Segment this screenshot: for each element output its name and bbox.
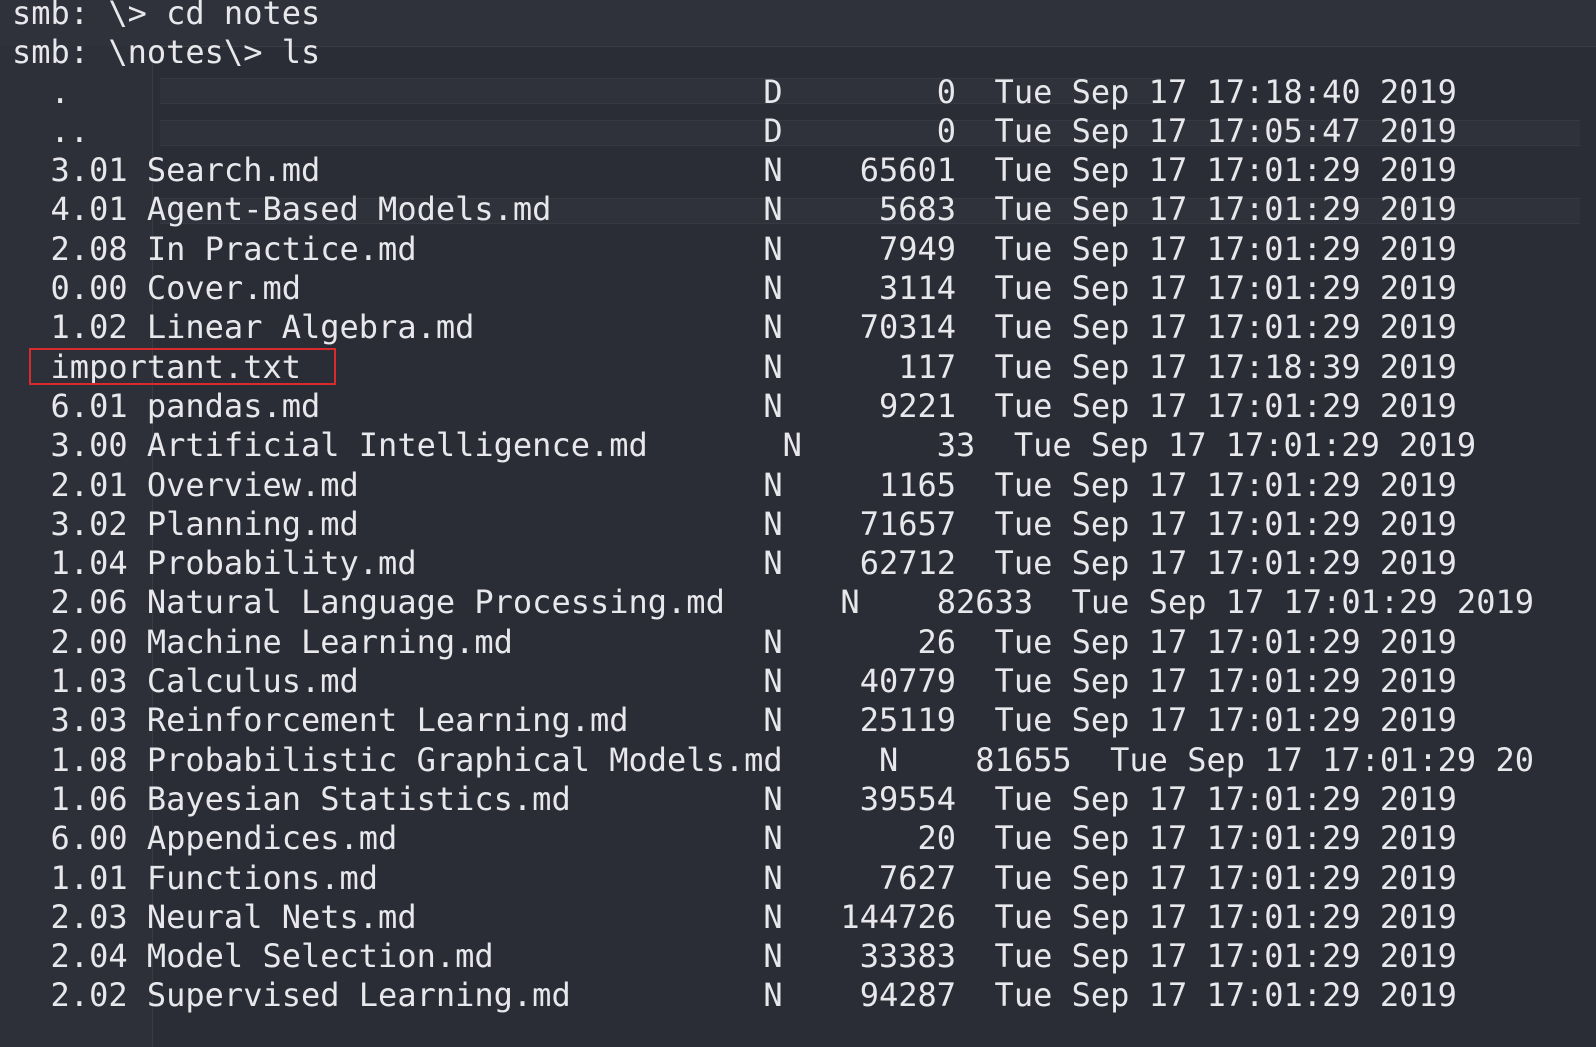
directory-entry: 2.02 Supervised Learning.md N 94287 Tue … <box>12 976 1457 1015</box>
terminal-window[interactable]: smb: \> cd notes smb: \notes\> ls . D 0 … <box>0 0 1596 1047</box>
important-file-highlight-box <box>29 348 336 385</box>
terminal-output: smb: \> cd notes smb: \notes\> ls . D 0 … <box>12 0 1534 1022</box>
